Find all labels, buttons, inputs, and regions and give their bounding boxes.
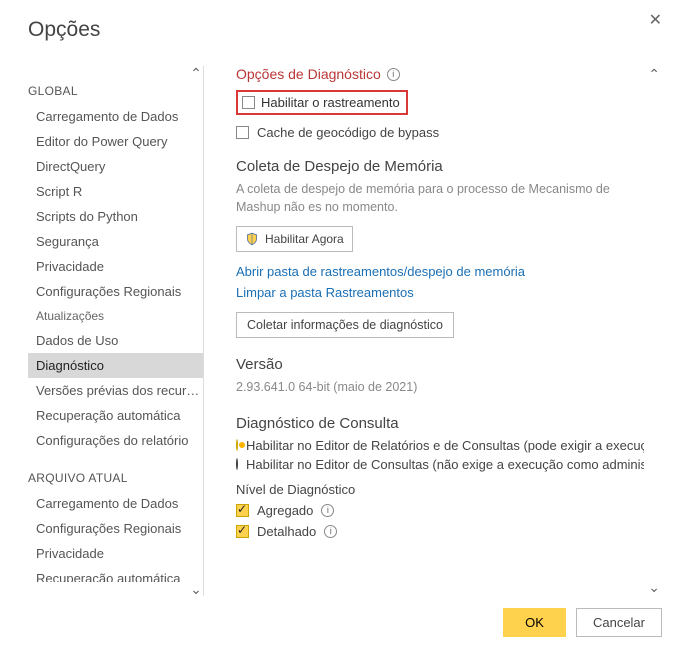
sidebar-item-auto-recovery[interactable]: Recuperação automática (28, 403, 203, 428)
content-scroll-down-icon[interactable]: ⌄ (648, 579, 660, 596)
sidebar-item-privacy[interactable]: Privacidade (28, 254, 203, 279)
sidebar: ⌃ GLOBAL Carregamento de Dados Editor do… (28, 66, 203, 596)
clear-trace-folder-link[interactable]: Limpar a pasta Rastreamentos (236, 285, 644, 300)
memory-dump-heading: Coleta de Despejo de Memória (236, 158, 644, 175)
dialog-body: ⌃ GLOBAL Carregamento de Dados Editor do… (28, 66, 662, 596)
enable-tracing-highlight: Habilitar o rastreamento (236, 90, 408, 115)
enable-queries-only-label: Habilitar no Editor de Consultas (não ex… (246, 457, 644, 472)
detailed-info-icon[interactable]: i (324, 525, 337, 538)
sidebar-item-updates[interactable]: Atualizações (28, 304, 203, 328)
info-icon[interactable]: i (387, 68, 400, 81)
open-trace-folder-link[interactable]: Abrir pasta de rastreamentos/despejo de … (236, 264, 644, 279)
detailed-label: Detalhado (257, 524, 316, 539)
sidebar-item-file-data-loading[interactable]: Carregamento de Dados (28, 491, 203, 516)
memory-dump-description: A coleta de despejo de memória para o pr… (236, 181, 644, 216)
enable-now-button[interactable]: Habilitar Agora (236, 226, 353, 252)
sidebar-section-current-file: ARQUIVO ATUAL (28, 467, 203, 491)
sidebar-item-data-loading[interactable]: Carregamento de Dados (28, 104, 203, 129)
enable-queries-only-radio[interactable] (236, 458, 238, 470)
diagnostic-options-label: Opções de Diagnóstico (236, 66, 381, 82)
sidebar-item-security[interactable]: Segurança (28, 229, 203, 254)
sidebar-item-report-settings[interactable]: Configurações do relatório (28, 428, 203, 453)
sidebar-section-global: GLOBAL (28, 80, 203, 104)
sidebar-item-file-regional-settings[interactable]: Configurações Regionais (28, 516, 203, 541)
aggregated-info-icon[interactable]: i (321, 504, 334, 517)
vertical-divider (203, 66, 204, 596)
close-icon[interactable]: ✕ (649, 10, 662, 30)
shield-icon (245, 231, 259, 247)
content-scroll-up-icon[interactable]: ⌃ (648, 66, 660, 83)
cancel-button[interactable]: Cancelar (576, 608, 662, 637)
query-diagnostics-heading: Diagnóstico de Consulta (236, 415, 644, 432)
enable-now-label: Habilitar Agora (265, 232, 344, 246)
sidebar-item-usage-data[interactable]: Dados de Uso (28, 328, 203, 353)
enable-tracing-label: Habilitar o rastreamento (261, 95, 400, 110)
dialog-footer: OK Cancelar (28, 596, 662, 637)
enable-reports-queries-radio[interactable] (236, 439, 238, 451)
sidebar-item-file-privacy[interactable]: Privacidade (28, 541, 203, 566)
scroll-down-icon[interactable]: ⌄ (189, 582, 203, 596)
sidebar-item-python-scripts[interactable]: Scripts do Python (28, 204, 203, 229)
detailed-checkbox[interactable] (236, 525, 249, 538)
dialog-title: Opções (28, 18, 662, 42)
enable-tracing-checkbox[interactable] (242, 96, 255, 109)
content-pane: ⌃ ⌄ Opções de Diagnóstico i Habilitar o … (210, 66, 662, 596)
sidebar-item-diagnostics[interactable]: Diagnóstico (28, 353, 203, 378)
sidebar-item-regional-settings[interactable]: Configurações Regionais (28, 279, 203, 304)
options-dialog: ✕ Opções ⌃ GLOBAL Carregamento de Dados … (0, 0, 676, 651)
sidebar-item-file-auto-recovery[interactable]: Recuperação automática (28, 566, 203, 582)
sidebar-item-r-script[interactable]: Script R (28, 179, 203, 204)
sidebar-item-preview-features[interactable]: Versões prévias dos recursos (28, 378, 203, 403)
diagnostic-level-heading: Nível de Diagnóstico (236, 482, 644, 497)
aggregated-label: Agregado (257, 503, 313, 518)
aggregated-checkbox[interactable] (236, 504, 249, 517)
bypass-geocode-label: Cache de geocódigo de bypass (257, 125, 439, 140)
version-value: 2.93.641.0 64-bit (maio de 2021) (236, 379, 644, 397)
sidebar-item-power-query-editor[interactable]: Editor do Power Query (28, 129, 203, 154)
diagnostic-options-heading: Opções de Diagnóstico i (236, 66, 644, 82)
collect-diagnostic-button[interactable]: Coletar informações de diagnóstico (236, 312, 454, 338)
sidebar-item-directquery[interactable]: DirectQuery (28, 154, 203, 179)
enable-reports-queries-label: Habilitar no Editor de Relatórios e de C… (246, 438, 644, 453)
ok-button[interactable]: OK (503, 608, 566, 637)
scroll-up-icon[interactable]: ⌃ (189, 66, 203, 80)
bypass-geocode-checkbox[interactable] (236, 126, 249, 139)
version-heading: Versão (236, 356, 644, 373)
